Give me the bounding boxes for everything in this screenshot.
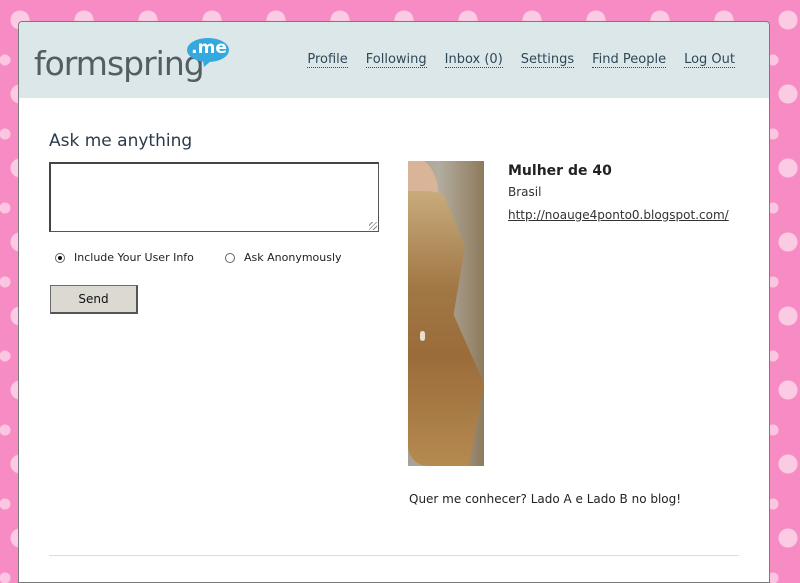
ask-anonymously-label: Ask Anonymously [244,251,342,264]
profile-website-link[interactable]: http://noauge4ponto0.blogspot.com/ [508,205,733,226]
profile-bio: Quer me conhecer? Lado A e Lado B no blo… [409,492,682,506]
ask-title: Ask me anything [49,131,193,151]
nav-log-out-link[interactable]: Log Out [684,52,735,68]
question-input[interactable] [49,162,379,232]
profile-photo [408,161,484,466]
include-user-info-label: Include Your User Info [74,251,194,264]
nav-inbox-link[interactable]: Inbox (0) [444,52,503,68]
logo-wordmark: formspring [34,44,205,83]
nav-find-people-link[interactable]: Find People [592,52,667,68]
nav-following-link[interactable]: Following [365,52,427,68]
radio-checked-icon[interactable] [55,252,65,263]
resize-grip-icon[interactable] [369,222,377,230]
page-container: formspring .me Profile Following Inbox (… [18,21,770,583]
profile-location: Brasil [508,185,542,199]
header: formspring .me Profile Following Inbox (… [19,22,769,98]
nav-profile-link[interactable]: Profile [307,52,348,68]
photo-earring [420,331,425,341]
top-nav: Profile Following Inbox (0) Settings Fin… [307,52,735,68]
photo-hair [408,191,484,466]
nav-settings-link[interactable]: Settings [520,52,575,68]
include-user-info-option[interactable]: Include Your User Info [55,251,194,264]
logo-bubble-text: .me [191,38,227,58]
ask-anonymously-option[interactable]: Ask Anonymously [225,251,342,264]
divider [49,555,739,556]
radio-unchecked-icon[interactable] [225,252,235,263]
formspring-logo[interactable]: formspring .me [34,36,234,88]
profile-name: Mulher de 40 [508,163,612,179]
send-button[interactable]: Send [50,285,138,314]
